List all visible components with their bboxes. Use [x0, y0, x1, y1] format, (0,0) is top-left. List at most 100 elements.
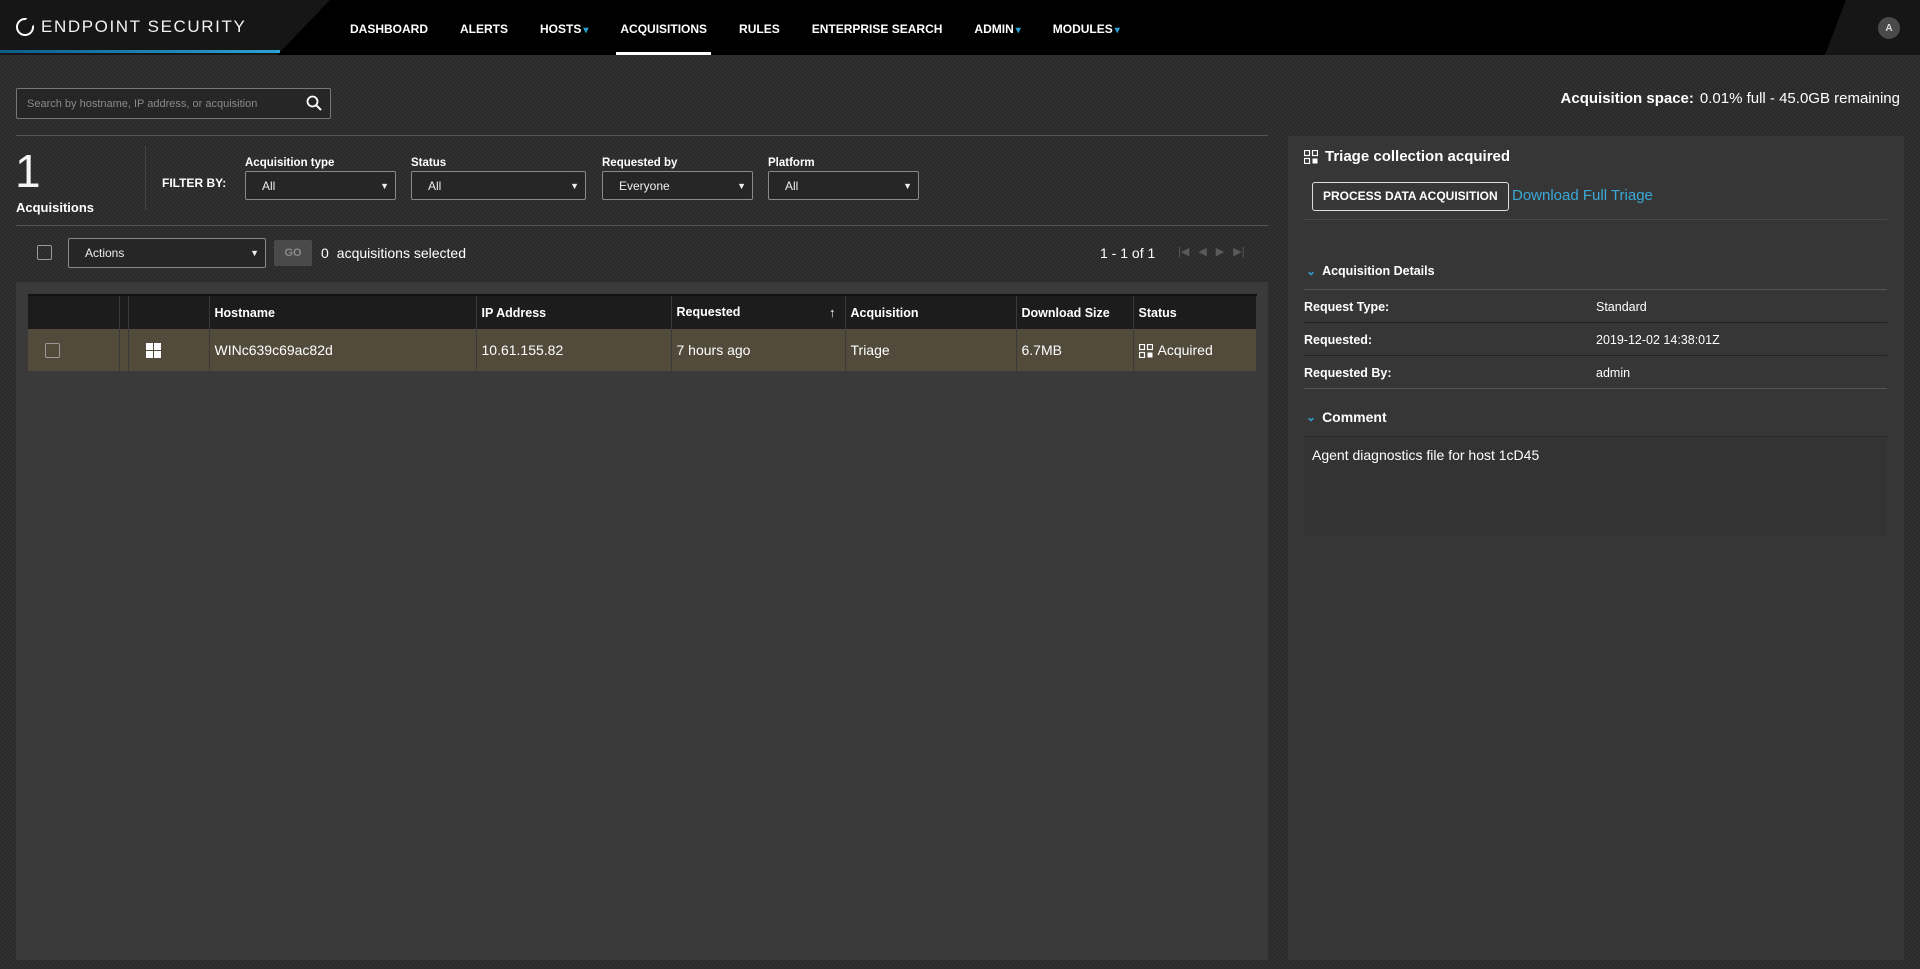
main-nav: DASHBOARD ALERTS HOSTS ▾ ACQUISITIONS RUL…: [334, 0, 1136, 55]
divider: [16, 135, 1268, 136]
next-page-icon[interactable]: ▶: [1216, 245, 1224, 258]
acquisition-detail-panel: Triage collection acquired PROCESS DATA …: [1288, 136, 1904, 960]
divider: [145, 146, 146, 210]
user-area-background: [1825, 0, 1920, 55]
acquisition-count-label: Acquisitions: [16, 200, 95, 215]
acquisition-space-label: Acquisition space:: [1560, 90, 1694, 107]
row-download-size: 6.7MB: [1016, 329, 1134, 371]
actions-select[interactable]: Actions ▼: [68, 238, 266, 268]
detail-title-text: Triage collection acquired: [1325, 148, 1511, 165]
search-input[interactable]: [17, 89, 292, 118]
nav-rules[interactable]: RULES: [723, 0, 796, 55]
caret-down-icon: ▼: [250, 248, 259, 258]
selection-count: 0 acquisitions selected: [321, 245, 466, 261]
status-text: Acquired: [1157, 341, 1213, 358]
caret-down-icon: ▼: [903, 181, 912, 191]
platform-select[interactable]: All ▼: [768, 171, 919, 200]
acquisitions-table-panel: Hostname IP Address Requested ↑ Acquisiti…: [16, 282, 1268, 960]
chevron-down-icon: ▾: [1015, 25, 1021, 36]
pagination-range: 1 - 1 of 1: [1100, 245, 1156, 261]
caret-down-icon: ▼: [380, 181, 389, 191]
header-download-size[interactable]: Download Size: [1016, 294, 1134, 329]
select-value: All: [785, 179, 799, 193]
detail-row-request-type: Request Type: Standard: [1304, 290, 1887, 323]
acquisition-count: 1: [15, 145, 41, 197]
section-title: Acquisition Details: [1322, 264, 1435, 278]
windows-icon: [145, 343, 161, 359]
header-hostname[interactable]: Hostname: [209, 294, 477, 329]
chevron-down-icon: ▾: [1114, 25, 1120, 36]
app-title: ENDPOINT SECURITY: [41, 17, 247, 36]
filter-requested-by: Requested by Everyone ▼: [602, 157, 753, 200]
selection-count-label: acquisitions selected: [336, 245, 466, 261]
select-value: Actions: [85, 246, 125, 260]
filter-label: Status: [411, 157, 447, 169]
go-button[interactable]: GO: [274, 240, 312, 266]
search-icon[interactable]: [306, 95, 322, 111]
row-spacer: [119, 329, 129, 371]
nav-enterprise-search[interactable]: ENTERPRISE SEARCH: [796, 0, 959, 55]
header-requested[interactable]: Requested ↑: [671, 294, 846, 329]
app-logo[interactable]: ENDPOINT SECURITY: [16, 17, 246, 37]
header-spacer: [119, 294, 129, 329]
row-status: Acquired: [1133, 329, 1257, 371]
first-page-icon[interactable]: |◀: [1178, 245, 1189, 258]
logo-icon: [16, 18, 34, 36]
detail-row-requested: Requested: 2019-12-02 14:38:01Z: [1304, 323, 1887, 356]
process-data-acquisition-button[interactable]: PROCESS DATA ACQUISITION: [1312, 182, 1509, 211]
header-acquisition[interactable]: Acquisition: [845, 294, 1017, 329]
nav-dashboard[interactable]: DASHBOARD: [334, 0, 444, 55]
row-select-cell: [28, 329, 120, 371]
row-checkbox[interactable]: [45, 342, 60, 358]
nav-label: ALERTS: [460, 22, 508, 36]
chevron-down-icon: ▾: [583, 25, 589, 36]
nav-label: HOSTS: [540, 22, 582, 36]
comment-text: Agent diagnostics file for host 1cD45: [1304, 436, 1887, 536]
user-avatar[interactable]: A: [1878, 17, 1900, 39]
chevron-down-icon: ⌄: [1306, 410, 1317, 424]
filter-label: Acquisition type: [245, 157, 335, 169]
last-page-icon[interactable]: ▶|: [1233, 245, 1244, 258]
row-acquisition: Triage: [845, 329, 1017, 371]
acquisition-space-value: 0.01% full - 45.0GB remaining: [1699, 90, 1900, 107]
filter-label: Requested by: [602, 157, 678, 169]
acquisitions-table: Hostname IP Address Requested ↑ Acquisiti…: [28, 294, 1257, 371]
brand-accent-strip: [0, 50, 280, 53]
comment-toggle[interactable]: ⌄ Comment: [1306, 409, 1387, 425]
nav-hosts[interactable]: HOSTS ▾: [524, 0, 604, 55]
status-select[interactable]: All ▼: [411, 171, 586, 200]
detail-value: admin: [1596, 366, 1631, 380]
detail-value: 2019-12-02 14:38:01Z: [1596, 333, 1720, 347]
caret-down-icon: ▼: [737, 181, 746, 191]
filter-status: Status All ▼: [411, 157, 586, 200]
table-row[interactable]: WINc639c69ac82d 10.61.155.82 7 hours ago…: [28, 329, 1257, 371]
caret-down-icon: ▼: [570, 181, 579, 191]
triage-icon: [1304, 149, 1318, 164]
nav-acquisitions[interactable]: ACQUISITIONS: [604, 0, 723, 55]
header-platform: [128, 294, 210, 329]
section-title: Comment: [1322, 409, 1387, 425]
download-full-triage-link[interactable]: Download Full Triage: [1512, 187, 1653, 204]
detail-key: Requested By:: [1304, 366, 1392, 380]
row-hostname[interactable]: WINc639c69ac82d: [209, 329, 477, 371]
nav-admin[interactable]: ADMIN ▾: [958, 0, 1036, 55]
header-label: Requested: [676, 305, 741, 319]
nav-modules[interactable]: MODULES ▾: [1037, 0, 1136, 55]
nav-alerts[interactable]: ALERTS: [444, 0, 524, 55]
filter-by-label: FILTER BY:: [162, 176, 227, 190]
row-ip-address: 10.61.155.82: [476, 329, 672, 371]
acquisition-space: Acquisition space: 0.01% full - 45.0GB re…: [1561, 90, 1900, 107]
header-status[interactable]: Status: [1133, 294, 1257, 329]
requested-by-select[interactable]: Everyone ▼: [602, 171, 753, 200]
pagination-controls: |◀ ◀ ▶ ▶|: [1178, 245, 1245, 258]
acquisition-details-toggle[interactable]: ⌄ Acquisition Details: [1306, 264, 1435, 278]
row-requested: 7 hours ago: [671, 329, 846, 371]
prev-page-icon[interactable]: ◀: [1198, 245, 1206, 258]
select-all-checkbox[interactable]: [37, 245, 52, 260]
nav-label: DASHBOARD: [350, 22, 428, 36]
header-ip-address[interactable]: IP Address: [476, 294, 672, 329]
table-header-row: Hostname IP Address Requested ↑ Acquisiti…: [28, 294, 1257, 329]
acquisition-type-select[interactable]: All ▼: [245, 171, 396, 200]
select-value: Everyone: [619, 179, 670, 193]
detail-title: Triage collection acquired: [1304, 148, 1510, 165]
